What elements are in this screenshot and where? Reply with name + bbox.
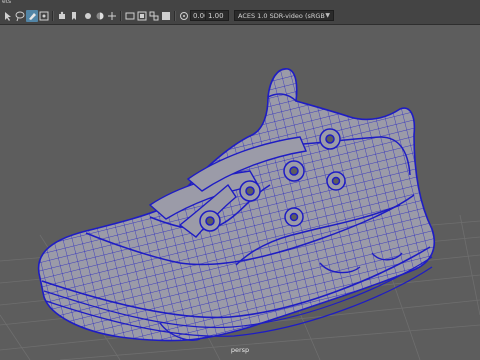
color-space-dropdown[interactable]: ACES 1.0 SDR-video (sRGB ▼	[234, 10, 334, 21]
wireframe-icon[interactable]	[148, 10, 160, 22]
film-gate-icon[interactable]	[124, 10, 136, 22]
toolbar-separator	[174, 11, 176, 21]
3d-viewport[interactable]	[0, 25, 480, 360]
grid-icon[interactable]	[106, 10, 118, 22]
viewport-toolbar: 0.00 1.00 ACES 1.0 SDR-video (sRGB ▼	[0, 7, 480, 25]
menu-bar: ets	[0, 0, 480, 7]
camera-icon[interactable]	[56, 10, 68, 22]
toolbar-separator	[52, 11, 54, 21]
chevron-down-icon: ▼	[325, 12, 330, 19]
paint-select-icon[interactable]	[26, 10, 38, 22]
smooth-shade-icon[interactable]	[160, 10, 172, 22]
light-icon[interactable]	[82, 10, 94, 22]
gamma-field[interactable]: 1.00	[205, 10, 229, 21]
shading-icon[interactable]	[94, 10, 106, 22]
lasso-icon[interactable]	[14, 10, 26, 22]
menu-label[interactable]: ets	[2, 0, 11, 5]
bookmark-icon[interactable]	[68, 10, 80, 22]
select-tool-icon[interactable]	[2, 10, 14, 22]
textured-icon[interactable]	[178, 10, 190, 22]
camera-name-label: persp	[230, 346, 250, 354]
toolbar-separator	[120, 11, 122, 21]
resolution-gate-icon[interactable]	[136, 10, 148, 22]
color-space-label: ACES 1.0 SDR-video (sRGB	[238, 12, 325, 20]
move-icon[interactable]	[38, 10, 50, 22]
